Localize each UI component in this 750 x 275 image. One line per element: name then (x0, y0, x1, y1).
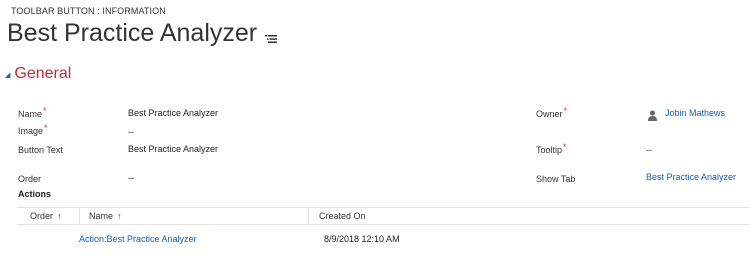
required-marker: * (563, 142, 567, 152)
section-title: General (14, 65, 72, 82)
sort-ascending-icon: ↑ (117, 211, 122, 221)
tooltip-label: Tooltip* (536, 142, 567, 155)
column-separator (79, 208, 80, 225)
actions-label: Actions (18, 189, 52, 199)
record-title: Best Practice Analyzer (7, 19, 258, 47)
sort-ascending-icon: ↑ (57, 211, 62, 221)
record-title-row: Best Practice Analyzer (7, 18, 278, 48)
table-row[interactable]: Action:Best Practice Analyzer 8/9/2018 1… (17, 231, 750, 249)
created-on-cell: 8/9/2018 12:10 AM (324, 234, 400, 244)
required-marker: * (563, 106, 568, 116)
collapse-triangle-icon: ◢ (5, 72, 11, 79)
tooltip-value[interactable]: -- (646, 145, 652, 155)
order-value[interactable]: -- (128, 173, 134, 183)
action-name-link[interactable]: Action:Best Practice Analyzer (79, 234, 197, 244)
show-tab-label: Show Tab (536, 174, 576, 184)
show-tab-link[interactable]: Best Practice Analyzer (646, 172, 736, 182)
list-menu-icon[interactable] (265, 31, 278, 43)
column-separator (308, 208, 309, 225)
button-text-value[interactable]: Best Practice Analyzer (128, 144, 218, 154)
owner-link[interactable]: Jobin Mathews (665, 108, 725, 118)
required-marker: * (43, 106, 47, 116)
user-icon (648, 108, 657, 121)
image-value[interactable]: -- (128, 127, 134, 137)
name-value[interactable]: Best Practice Analyzer (128, 108, 218, 118)
order-label: Order (18, 174, 42, 184)
button-text-label: Button Text (18, 145, 63, 155)
owner-label: Owner* (536, 106, 568, 119)
section-general-header[interactable]: ◢ General (5, 64, 71, 84)
column-header-created-on[interactable]: Created On (319, 211, 366, 221)
name-label: Name* (18, 106, 47, 119)
column-header-name[interactable]: Name ↑ (89, 211, 122, 221)
image-label: Image* (18, 123, 48, 136)
entity-type-label: TOOLBAR BUTTON : INFORMATION (11, 6, 166, 16)
required-marker: * (44, 123, 48, 133)
actions-grid-header: Order ↑ Name ↑ Created On (17, 207, 750, 225)
column-header-order[interactable]: Order ↑ (30, 211, 62, 221)
